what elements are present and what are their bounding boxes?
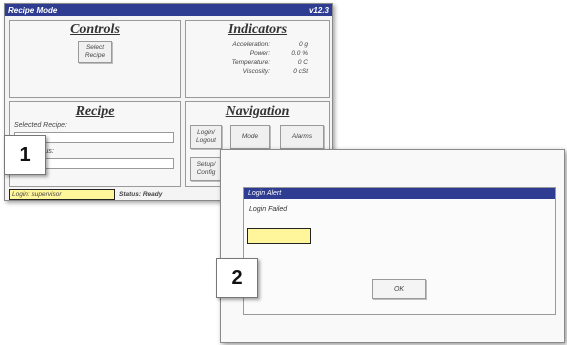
system-status-text: Status: Ready bbox=[119, 191, 163, 198]
indicator-value: 0.0 % bbox=[291, 50, 308, 57]
navigation-heading: Navigation bbox=[225, 104, 290, 119]
recipe-heading: Recipe bbox=[75, 104, 115, 119]
window-title: Recipe Mode bbox=[8, 5, 58, 15]
controls-heading: Controls bbox=[70, 22, 120, 37]
indicators-pane: Indicators Acceleration: 0 g Power: 0.0 … bbox=[185, 20, 330, 98]
ok-button[interactable]: OK bbox=[372, 279, 426, 299]
version-label: v12.3 bbox=[308, 5, 329, 15]
dialog-title: Login Alert bbox=[244, 188, 555, 199]
indicators-heading: Indicators bbox=[227, 22, 288, 37]
indicator-value: 0 cSt bbox=[293, 68, 308, 75]
indicator-value: 0 g bbox=[298, 41, 308, 48]
indicator-row: Temperature: 0 C bbox=[186, 58, 329, 67]
indicator-label: Viscosity: bbox=[242, 68, 270, 75]
callout-number-2: 2 bbox=[216, 258, 258, 298]
callout-number-1: 1 bbox=[4, 135, 46, 175]
indicator-value: 0 C bbox=[297, 59, 308, 66]
mode-button[interactable]: Mode bbox=[230, 125, 270, 149]
dialog-message: Login Failed bbox=[249, 206, 288, 213]
message-highlight bbox=[247, 228, 311, 244]
title-bar: Recipe Mode v12.3 bbox=[5, 4, 332, 16]
selected-recipe-label: Selected Recipe: bbox=[14, 122, 67, 129]
alarms-button[interactable]: Alarms bbox=[280, 125, 324, 149]
login-alert-dialog: Login Alert Login Failed OK bbox=[243, 187, 556, 315]
select-recipe-button[interactable]: Select Recipe bbox=[78, 41, 112, 63]
setup-config-button[interactable]: Setup/ Config bbox=[190, 157, 222, 181]
indicator-row: Power: 0.0 % bbox=[186, 49, 329, 58]
indicator-row: Viscosity: 0 cSt bbox=[186, 67, 329, 76]
indicator-label: Acceleration: bbox=[232, 41, 270, 48]
controls-pane: Controls Select Recipe bbox=[9, 20, 181, 98]
indicator-label: Power: bbox=[249, 50, 270, 57]
login-logout-button[interactable]: Login/ Logout bbox=[190, 125, 222, 149]
indicator-list: Acceleration: 0 g Power: 0.0 % Temperatu… bbox=[186, 40, 329, 76]
login-user-text: Login: supervisor bbox=[12, 191, 62, 198]
indicator-row: Acceleration: 0 g bbox=[186, 40, 329, 49]
login-alert-window: Login Alert Login Failed OK bbox=[220, 149, 565, 343]
login-user-highlight: Login: supervisor bbox=[9, 189, 115, 200]
indicator-label: Temperature: bbox=[231, 59, 270, 66]
